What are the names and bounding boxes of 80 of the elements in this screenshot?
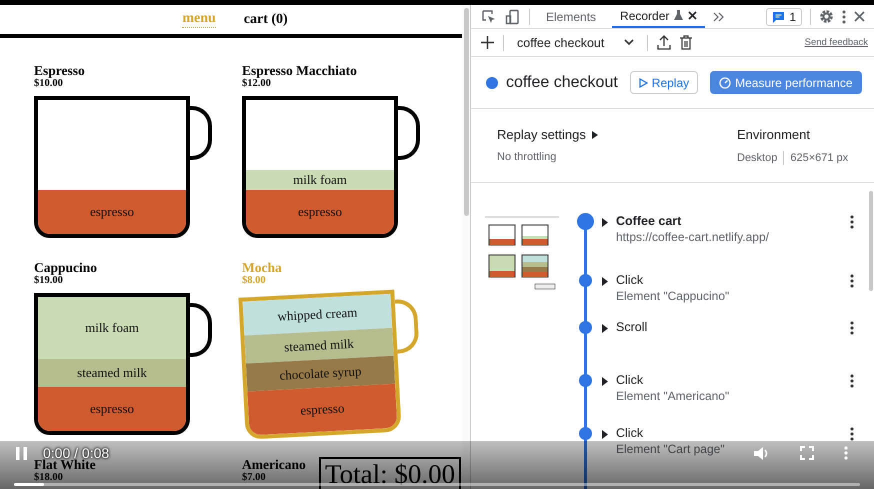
ingredient-layer: steamed milk: [38, 359, 186, 387]
replay-settings-toggle[interactable]: Replay settings: [497, 127, 737, 142]
device-value: Desktop: [737, 152, 778, 164]
product-price: $10.00: [34, 78, 63, 90]
more-icon[interactable]: [850, 274, 854, 288]
more-icon[interactable]: [850, 427, 854, 441]
recording-title: coffee checkout: [506, 74, 618, 92]
device-icon[interactable]: [505, 8, 521, 24]
replay-button[interactable]: Replay: [630, 71, 698, 94]
volume-icon[interactable]: [754, 446, 770, 460]
viewport-value: 625×671 px: [790, 152, 848, 164]
total-button[interactable]: Total: $0.00: [319, 457, 462, 489]
mug-body[interactable]: whipped cream steamed milk chocolate syrup espresso: [238, 290, 402, 440]
mug-body[interactable]: milk foam steamed milk espresso: [34, 293, 190, 435]
settings-icon[interactable]: [819, 9, 834, 24]
export-icon[interactable]: [657, 35, 672, 50]
expand-icon[interactable]: [602, 377, 608, 386]
step-title: Coffee cart: [616, 213, 682, 229]
product-price: $8.00: [242, 275, 266, 287]
status-dot-icon: [486, 76, 498, 88]
product-name: Cappucino: [34, 260, 98, 275]
gauge-icon: [719, 76, 732, 88]
step-detail: Element "Americano": [616, 388, 730, 404]
step-title: Click: [616, 272, 644, 288]
step-title: Click: [616, 425, 644, 441]
mug-handle: [398, 106, 420, 160]
mug-handle: [190, 106, 212, 160]
step-detail: https://coffee-cart.netlify.app/: [616, 229, 769, 245]
product-name: Mocha: [242, 260, 282, 275]
scrollbar-thumb[interactable]: [869, 191, 873, 291]
step-title: Scroll: [616, 319, 648, 335]
environment-label: Environment: [737, 127, 811, 142]
product-price: $12.00: [242, 78, 271, 90]
issues-badge[interactable]: 1: [766, 8, 802, 26]
panel-tab[interactable]: Elements: [538, 5, 604, 28]
product-name: Americano: [242, 457, 306, 472]
nav-link[interactable]: cart (0): [244, 12, 288, 28]
ingredient-layer: milk foam: [246, 170, 394, 190]
pause-icon[interactable]: [16, 446, 27, 460]
flask-icon: [674, 10, 684, 21]
step-title: Click: [616, 372, 644, 388]
product-name: Espresso Macchiato: [242, 63, 357, 78]
close-icon[interactable]: [688, 11, 698, 20]
scrollbar-thumb[interactable]: [464, 8, 468, 216]
fullscreen-icon[interactable]: [800, 446, 814, 460]
add-icon[interactable]: [481, 36, 494, 49]
mug-body[interactable]: milk foam espresso: [242, 96, 398, 238]
inspect-icon[interactable]: [481, 8, 497, 24]
ingredient-layer: milk foam: [38, 297, 186, 359]
product-name: Espresso: [34, 63, 85, 78]
chevron-down-icon: [624, 39, 634, 46]
step-detail: Element "Cart page": [616, 441, 725, 457]
expand-icon[interactable]: [602, 430, 608, 439]
close-icon[interactable]: [854, 11, 865, 22]
product-price: $18.00: [34, 472, 63, 484]
throttling-value: No throttling: [497, 151, 558, 163]
more-icon[interactable]: [850, 374, 854, 388]
feedback-link[interactable]: Send feedback: [804, 37, 868, 48]
more-icon[interactable]: [850, 321, 854, 335]
ingredient-layer: espresso: [38, 190, 186, 234]
product-price: $19.00: [34, 275, 63, 287]
more-icon[interactable]: [850, 215, 854, 229]
expand-icon[interactable]: [602, 324, 608, 333]
ingredient-layer: espresso: [246, 190, 394, 234]
recording-select[interactable]: coffee checkout: [513, 36, 638, 50]
more-icon[interactable]: [842, 10, 846, 24]
ingredient-layer: espresso: [38, 387, 186, 431]
more-tabs-icon[interactable]: [713, 10, 726, 22]
product-price: $7.00: [242, 472, 266, 484]
step-detail: Element "Cappucino": [616, 288, 730, 304]
mug-body[interactable]: espresso: [34, 96, 190, 238]
mug-handle: [190, 303, 212, 357]
expand-icon[interactable]: [602, 277, 608, 286]
caret-right-icon: [592, 130, 598, 138]
delete-icon[interactable]: [680, 35, 692, 50]
expand-icon[interactable]: [602, 218, 608, 227]
mug-handle: [394, 298, 420, 354]
play-icon: [638, 78, 648, 88]
measure-performance-button[interactable]: Measure performance: [710, 71, 862, 94]
panel-tab[interactable]: Recorder: [612, 5, 706, 28]
